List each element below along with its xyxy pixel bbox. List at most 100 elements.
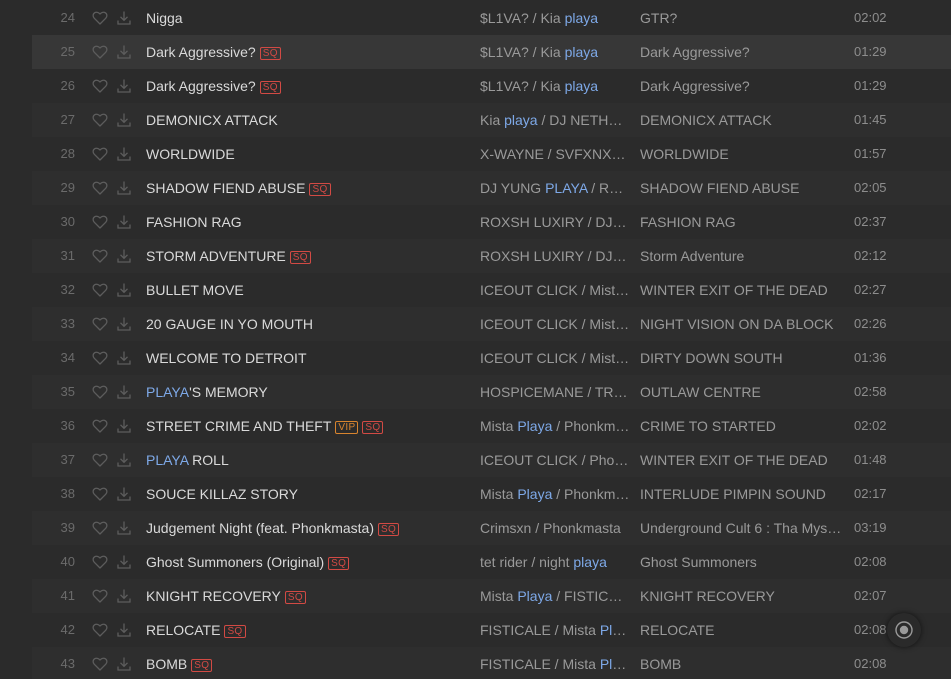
track-artist[interactable]: X-WAYNE / SVFXNXV … — [480, 137, 630, 171]
track-album[interactable]: WINTER EXIT OF THE DEAD — [640, 273, 842, 307]
track-album[interactable]: NIGHT VISION ON DA BLOCK — [640, 307, 842, 341]
like-button[interactable] — [91, 10, 109, 26]
track-title[interactable]: RELOCATE SQ — [146, 613, 466, 647]
like-button[interactable] — [91, 180, 109, 196]
download-button[interactable] — [115, 656, 133, 672]
track-artist[interactable]: Kia playa / DJ NETHE… — [480, 103, 630, 137]
track-title[interactable]: PLAYA'S MEMORY — [146, 375, 466, 409]
track-title[interactable]: STORM ADVENTURE SQ — [146, 239, 466, 273]
like-button[interactable] — [91, 622, 109, 638]
download-button[interactable] — [115, 418, 133, 434]
track-artist[interactable]: tet rider / night playa — [480, 545, 630, 579]
track-album[interactable]: INTERLUDE PIMPIN SOUND — [640, 477, 842, 511]
table-row[interactable]: 28 WORLDWIDE X-WAYNE / SVFXNXV … WORLDWIDE 0… — [32, 137, 951, 171]
track-artist[interactable]: $L1VA? / Kia playa — [480, 69, 630, 103]
track-album[interactable]: Ghost Summoners — [640, 545, 842, 579]
like-button[interactable] — [91, 146, 109, 162]
download-button[interactable] — [115, 10, 133, 26]
like-button[interactable] — [91, 248, 109, 264]
track-artist[interactable]: ICEOUT CLICK / Mista… — [480, 273, 630, 307]
like-button[interactable] — [91, 656, 109, 672]
track-album[interactable]: FASHION RAG — [640, 205, 842, 239]
table-row[interactable]: 32 BULLET MOVE ICEOUT CLICK / Mista… WINTER… — [32, 273, 951, 307]
table-row[interactable]: 24 Nigga $L1VA? / Kia playa GTR? 02:02 — [32, 1, 951, 35]
like-button[interactable] — [91, 588, 109, 604]
track-artist[interactable]: ICEOUT CLICK / Mista… — [480, 307, 630, 341]
like-button[interactable] — [91, 112, 109, 128]
track-title[interactable]: Dark Aggressive? SQ — [146, 69, 466, 103]
track-album[interactable]: OUTLAW CENTRE — [640, 375, 842, 409]
track-album[interactable]: Dark Aggressive? — [640, 69, 842, 103]
like-button[interactable] — [91, 350, 109, 366]
download-button[interactable] — [115, 350, 133, 366]
track-album[interactable]: Underground Cult 6 : Tha Mystic… — [640, 511, 842, 545]
track-artist[interactable]: FISTICALE / Mista Playa — [480, 647, 630, 679]
table-row[interactable]: 29 SHADOW FIEND ABUSE SQ DJ YUNG PLAYA / R…… — [32, 171, 951, 205]
download-button[interactable] — [115, 78, 133, 94]
like-button[interactable] — [91, 520, 109, 536]
like-button[interactable] — [91, 418, 109, 434]
download-button[interactable] — [115, 384, 133, 400]
track-title[interactable]: DEMONICX ATTACK — [146, 103, 466, 137]
table-row[interactable]: 30 FASHION RAG ROXSH LUXIRY / DJ Y… FASHION… — [32, 205, 951, 239]
track-title[interactable]: WORLDWIDE — [146, 137, 466, 171]
track-title[interactable]: Ghost Summoners (Original) SQ — [146, 545, 466, 579]
download-button[interactable] — [115, 316, 133, 332]
table-row[interactable]: 27 DEMONICX ATTACK Kia playa / DJ NETHE… DE… — [32, 103, 951, 137]
track-artist[interactable]: Mista Playa / Phonkm… — [480, 409, 630, 443]
track-title[interactable]: 20 GAUGE IN YO MOUTH — [146, 307, 466, 341]
download-button[interactable] — [115, 248, 133, 264]
download-button[interactable] — [115, 180, 133, 196]
table-row[interactable]: 43BOMBSQFISTICALE / Mista PlayaBOMB02:08 — [32, 647, 951, 679]
download-button[interactable] — [115, 112, 133, 128]
track-artist[interactable]: HOSPICEMANE / TRI… — [480, 375, 630, 409]
download-button[interactable] — [115, 520, 133, 536]
table-row[interactable]: 35 PLAYA'S MEMORY HOSPICEMANE / TRI… OUTLAW… — [32, 375, 951, 409]
download-button[interactable] — [115, 554, 133, 570]
track-album[interactable]: CRIME TO STARTED — [640, 409, 842, 443]
track-album[interactable]: GTR? — [640, 1, 842, 35]
track-title[interactable]: KNIGHT RECOVERY SQ — [146, 579, 466, 613]
like-button[interactable] — [91, 554, 109, 570]
track-album[interactable]: BOMB — [640, 647, 842, 679]
table-row[interactable]: 34 WELCOME TO DETROIT ICEOUT CLICK / Mista… — [32, 341, 951, 375]
track-artist[interactable]: ICEOUT CLICK / Phon… — [480, 443, 630, 477]
track-album[interactable]: SHADOW FIEND ABUSE — [640, 171, 842, 205]
track-title[interactable]: BULLET MOVE — [146, 273, 466, 307]
table-row[interactable]: 41 KNIGHT RECOVERY SQ Mista Playa / FISTICA… — [32, 579, 951, 613]
track-title[interactable]: BOMB SQ — [146, 647, 466, 679]
download-button[interactable] — [115, 282, 133, 298]
table-row[interactable]: 26 Dark Aggressive? SQ $L1VA? / Kia playa Da… — [32, 69, 951, 103]
track-title[interactable]: SOUCE KILLAZ STORY — [146, 477, 466, 511]
track-artist[interactable]: $L1VA? / Kia playa — [480, 1, 630, 35]
track-title[interactable]: PLAYA ROLL — [146, 443, 466, 477]
download-button[interactable] — [115, 588, 133, 604]
table-row[interactable]: 39 Judgement Night (feat. Phonkmasta) SQ Cr… — [32, 511, 951, 545]
like-button[interactable] — [91, 384, 109, 400]
track-title[interactable]: Dark Aggressive? SQ — [146, 35, 466, 69]
track-artist[interactable]: Crimsxn / Phonkmasta — [480, 511, 630, 545]
track-album[interactable]: DEMONICX ATTACK — [640, 103, 842, 137]
track-album[interactable]: Dark Aggressive? — [640, 35, 842, 69]
track-title[interactable]: FASHION RAG — [146, 205, 466, 239]
track-title[interactable]: Nigga — [146, 1, 466, 35]
track-album[interactable]: DIRTY DOWN SOUTH — [640, 341, 842, 375]
download-button[interactable] — [115, 214, 133, 230]
like-button[interactable] — [91, 486, 109, 502]
track-album[interactable]: WORLDWIDE — [640, 137, 842, 171]
like-button[interactable] — [91, 78, 109, 94]
track-title[interactable]: STREET CRIME AND THEFT VIP SQ — [146, 409, 466, 443]
like-button[interactable] — [91, 214, 109, 230]
table-row[interactable]: 25 Dark Aggressive? SQ $L1VA? / Kia playa Da… — [32, 35, 951, 69]
track-title[interactable]: WELCOME TO DETROIT — [146, 341, 466, 375]
track-artist[interactable]: ROXSH LUXIRY / DJ Y… — [480, 205, 630, 239]
track-artist[interactable]: $L1VA? / Kia playa — [480, 35, 630, 69]
locate-current-track-button[interactable] — [887, 613, 921, 647]
like-button[interactable] — [91, 44, 109, 60]
download-button[interactable] — [115, 486, 133, 502]
table-row[interactable]: 37 PLAYA ROLL ICEOUT CLICK / Phon… WINTER E… — [32, 443, 951, 477]
track-title[interactable]: SHADOW FIEND ABUSE SQ — [146, 171, 466, 205]
track-artist[interactable]: ICEOUT CLICK / Mista… — [480, 341, 630, 375]
table-row[interactable]: 38 SOUCE KILLAZ STORY Mista Playa / Phonkm… — [32, 477, 951, 511]
table-row[interactable]: 33 20 GAUGE IN YO MOUTH ICEOUT CLICK / Mis… — [32, 307, 951, 341]
